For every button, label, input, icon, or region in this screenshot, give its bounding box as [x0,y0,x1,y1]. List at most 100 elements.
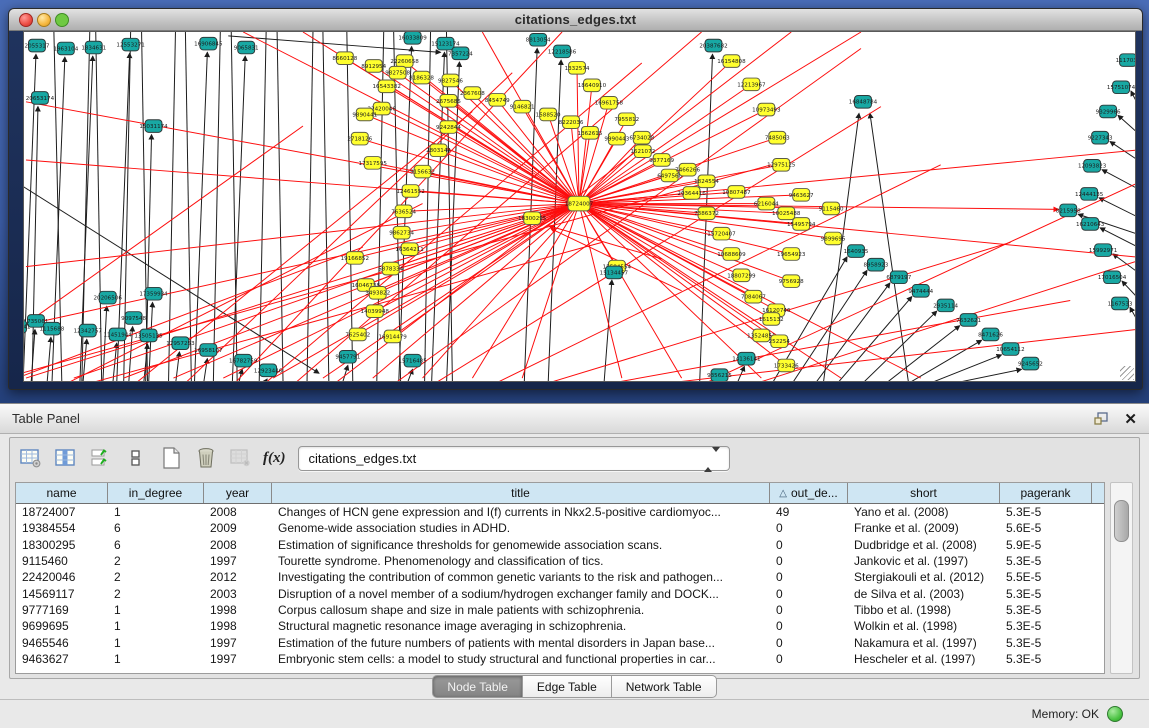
table-cell[interactable]: 0 [770,570,848,584]
table-cell[interactable]: 18724007 [16,505,108,519]
table-cell[interactable]: 1997 [204,554,272,568]
table-cell[interactable]: 2 [108,587,204,601]
float-panel-icon[interactable] [1094,412,1110,426]
table-row[interactable]: 1872400712008Changes of HCN gene express… [16,504,1104,520]
function-builder-icon[interactable]: f(x) [263,450,286,467]
table-cell[interactable]: Dudbridge et al. (2008) [848,538,1000,552]
table-cell[interactable]: Disruption of a novel member of a sodium… [272,587,770,601]
table-cell[interactable]: 5.3E-5 [1000,652,1092,666]
table-cell[interactable]: 0 [770,619,848,633]
table-cell[interactable]: 2003 [204,587,272,601]
table-cell[interactable]: 0 [770,603,848,617]
tab-edge-table[interactable]: Edge Table [523,675,612,698]
table-row[interactable]: 1830029562008Estimation of significance … [16,537,1104,553]
table-cell[interactable]: 9115460 [16,554,108,568]
column-header-title[interactable]: title [272,483,770,503]
table-cell[interactable]: 5.3E-5 [1000,505,1092,519]
table-cell[interactable]: Hescheler et al. (1997) [848,652,1000,666]
table-cell[interactable]: Tourette syndrome. Phenomenology and cla… [272,554,770,568]
table-cell[interactable]: 2 [108,570,204,584]
tab-node-table[interactable]: Node Table [432,675,523,698]
tab-network-table[interactable]: Network Table [612,675,717,698]
table-cell[interactable]: 18300295 [16,538,108,552]
table-cell[interactable]: Corpus callosum shape and size in male p… [272,603,770,617]
table-cell[interactable]: Nakamura et al. (1997) [848,636,1000,650]
table-row[interactable]: 1456911722003Disruption of a novel membe… [16,585,1104,601]
table-cell[interactable]: 5.3E-5 [1000,554,1092,568]
table-cell[interactable]: 1998 [204,603,272,617]
table-cell[interactable]: 5.3E-5 [1000,636,1092,650]
table-cell[interactable]: 2008 [204,505,272,519]
table-cell[interactable]: 5.6E-5 [1000,521,1092,535]
table-cell[interactable]: 9465546 [16,636,108,650]
table-cell[interactable]: 1997 [204,652,272,666]
table-settings-icon[interactable] [18,445,44,471]
table-cell[interactable]: 1 [108,636,204,650]
table-cell[interactable]: Investigating the contribution of common… [272,570,770,584]
table-cell[interactable]: Structural magnetic resonance image aver… [272,619,770,633]
create-table-icon[interactable] [158,445,184,471]
table-cell[interactable]: Changes of HCN gene expression and I(f) … [272,505,770,519]
zoom-window-button[interactable] [55,13,69,27]
column-header-pagerank[interactable]: pagerank [1000,483,1092,503]
table-cell[interactable]: 6 [108,538,204,552]
column-header-short[interactable]: short [848,483,1000,503]
table-cell[interactable]: 5.5E-5 [1000,570,1092,584]
table-cell[interactable]: Yano et al. (2008) [848,505,1000,519]
close-panel-button[interactable]: ✕ [1124,410,1137,428]
table-row[interactable]: 969969511998Structural magnetic resonanc… [16,618,1104,634]
table-cell[interactable]: 2 [108,554,204,568]
table-cell[interactable]: 14569117 [16,587,108,601]
network-window-titlebar[interactable]: citations_edges.txt [9,9,1142,31]
table-cell[interactable]: Tibbo et al. (1998) [848,603,1000,617]
table-row[interactable]: 911546021997Tourette syndrome. Phenomeno… [16,553,1104,569]
table-cell[interactable]: 1 [108,619,204,633]
table-cell[interactable]: Estimation of the future numbers of pati… [272,636,770,650]
table-cell[interactable]: Franke et al. (2009) [848,521,1000,535]
column-header-in_degree[interactable]: in_degree [108,483,204,503]
table-cell[interactable]: 2009 [204,521,272,535]
table-vertical-scrollbar[interactable] [1110,482,1133,674]
table-cell[interactable]: Embryonic stem cells: a model to study s… [272,652,770,666]
table-cell[interactable]: Jankovic et al. (1997) [848,554,1000,568]
resize-grip-icon[interactable] [1120,366,1134,380]
table-cell[interactable]: Genome-wide association studies in ADHD. [272,521,770,535]
table-cell[interactable]: 1997 [204,636,272,650]
table-row[interactable]: 2242004622012Investigating the contribut… [16,569,1104,585]
table-cell[interactable]: 9699695 [16,619,108,633]
table-row[interactable]: 977716911998Corpus callosum shape and si… [16,602,1104,618]
table-cell[interactable]: Stergiakouli et al. (2012) [848,570,1000,584]
destroy-table-icon[interactable] [228,445,254,471]
table-cell[interactable]: 5.3E-5 [1000,603,1092,617]
table-cell[interactable]: 1998 [204,619,272,633]
column-header-name[interactable]: name [16,483,108,503]
table-cell[interactable]: 22420046 [16,570,108,584]
table-row[interactable]: 946554611997Estimation of the future num… [16,634,1104,650]
table-cell[interactable]: 1 [108,652,204,666]
table-cell[interactable]: 5.3E-5 [1000,619,1092,633]
table-cell[interactable]: 5.9E-5 [1000,538,1092,552]
table-cell[interactable]: 0 [770,652,848,666]
table-cell[interactable]: 9777169 [16,603,108,617]
minimize-window-button[interactable] [37,13,51,27]
scrollbar-thumb[interactable] [1114,500,1129,542]
table-cell[interactable]: 49 [770,505,848,519]
table-selector-dropdown[interactable]: citations_edges.txt [298,446,730,471]
table-cell[interactable]: Wolkin et al. (1998) [848,619,1000,633]
column-header-year[interactable]: year [204,483,272,503]
table-row[interactable]: 946362711997Embryonic stem cells: a mode… [16,651,1104,667]
column-header-out_de[interactable]: △out_de... [770,483,848,503]
table-cell[interactable]: 0 [770,538,848,552]
table-cell[interactable]: 0 [770,587,848,601]
table-cell[interactable]: 5.3E-5 [1000,587,1092,601]
table-cell[interactable]: 1 [108,603,204,617]
row-height-icon[interactable] [123,445,149,471]
delete-rows-icon[interactable] [193,445,219,471]
table-row[interactable]: 1938455462009Genome-wide association stu… [16,520,1104,536]
table-cell[interactable]: de Silva et al. (2003) [848,587,1000,601]
select-columns-icon[interactable] [88,445,114,471]
network-graph[interactable]: 2055317196310418346311255327116906845906… [24,32,1135,381]
close-window-button[interactable] [19,13,33,27]
table-cell[interactable]: 2008 [204,538,272,552]
table-cell[interactable]: 0 [770,636,848,650]
